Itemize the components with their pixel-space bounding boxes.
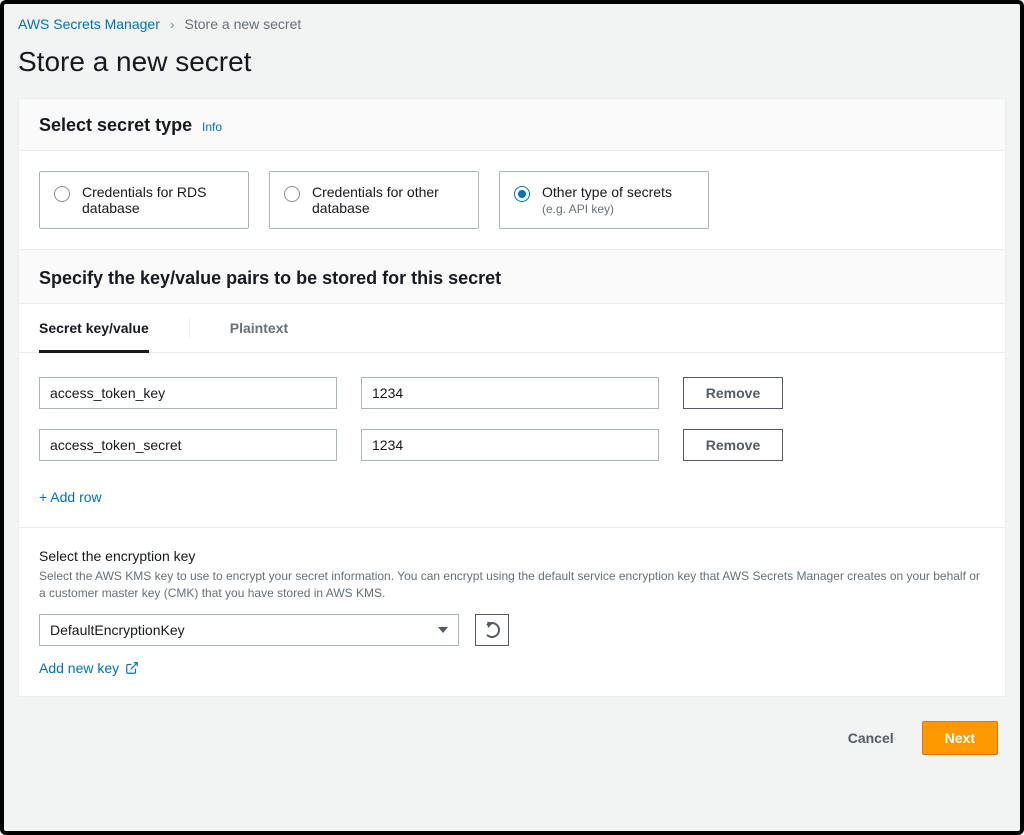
breadcrumb-root-link[interactable]: AWS Secrets Manager [18, 16, 160, 32]
kvp-key-input[interactable] [39, 377, 337, 409]
main-panel: Select secret type Info Credentials for … [18, 98, 1006, 697]
add-row-button[interactable]: + Add row [19, 489, 122, 527]
next-button[interactable]: Next [922, 721, 998, 755]
secret-type-option-rds[interactable]: Credentials for RDS database [39, 171, 249, 229]
encryption-key-select[interactable]: DefaultEncryptionKey [39, 614, 459, 646]
info-link[interactable]: Info [202, 120, 222, 134]
secret-type-option-other[interactable]: Other type of secrets (e.g. API key) [499, 171, 709, 229]
breadcrumb-current: Store a new secret [185, 16, 302, 32]
page-title: Store a new secret [18, 46, 1006, 78]
breadcrumb: AWS Secrets Manager › Store a new secret [18, 16, 1006, 32]
select-secret-type-title: Select secret type [39, 115, 192, 136]
option-sublabel: (e.g. API key) [542, 202, 672, 216]
secret-type-option-other-db[interactable]: Credentials for other database [269, 171, 479, 229]
encryption-selected-value: DefaultEncryptionKey [50, 622, 185, 638]
option-label: Credentials for other database [312, 184, 464, 216]
kvp-tabs: Secret key/value Plaintext [19, 304, 1005, 353]
add-new-key-label: Add new key [39, 660, 119, 676]
kvp-value-input[interactable] [361, 429, 659, 461]
kvp-section-title: Specify the key/value pairs to be stored… [39, 268, 501, 289]
radio-icon [514, 186, 530, 202]
external-link-icon [125, 661, 139, 675]
kvp-section-header: Specify the key/value pairs to be stored… [19, 249, 1005, 304]
kvp-row: Remove [39, 429, 985, 461]
footer-actions: Cancel Next [18, 697, 1006, 759]
kvp-value-input[interactable] [361, 377, 659, 409]
kvp-key-input[interactable] [39, 429, 337, 461]
refresh-icon [484, 622, 500, 638]
encryption-label: Select the encryption key [39, 548, 985, 564]
caret-down-icon [438, 627, 448, 633]
option-label: Other type of secrets [542, 184, 672, 200]
radio-icon [284, 186, 300, 202]
remove-row-button[interactable]: Remove [683, 377, 783, 409]
select-secret-type-header: Select secret type Info [19, 99, 1005, 151]
remove-row-button[interactable]: Remove [683, 429, 783, 461]
encryption-section: Select the encryption key Select the AWS… [19, 527, 1005, 696]
kvp-rows: Remove Remove [19, 353, 1005, 489]
option-label: Credentials for RDS database [82, 184, 234, 216]
add-new-key-link[interactable]: Add new key [39, 660, 139, 676]
tab-secret-key-value[interactable]: Secret key/value [39, 304, 149, 353]
encryption-description: Select the AWS KMS key to use to encrypt… [39, 568, 985, 602]
refresh-keys-button[interactable] [475, 614, 509, 646]
tab-plaintext[interactable]: Plaintext [230, 304, 288, 353]
tab-divider [189, 318, 190, 338]
kvp-row: Remove [39, 377, 985, 409]
secret-type-options: Credentials for RDS database Credentials… [19, 151, 1005, 249]
radio-icon [54, 186, 70, 202]
cancel-button[interactable]: Cancel [834, 721, 908, 755]
chevron-right-icon: › [170, 16, 175, 32]
